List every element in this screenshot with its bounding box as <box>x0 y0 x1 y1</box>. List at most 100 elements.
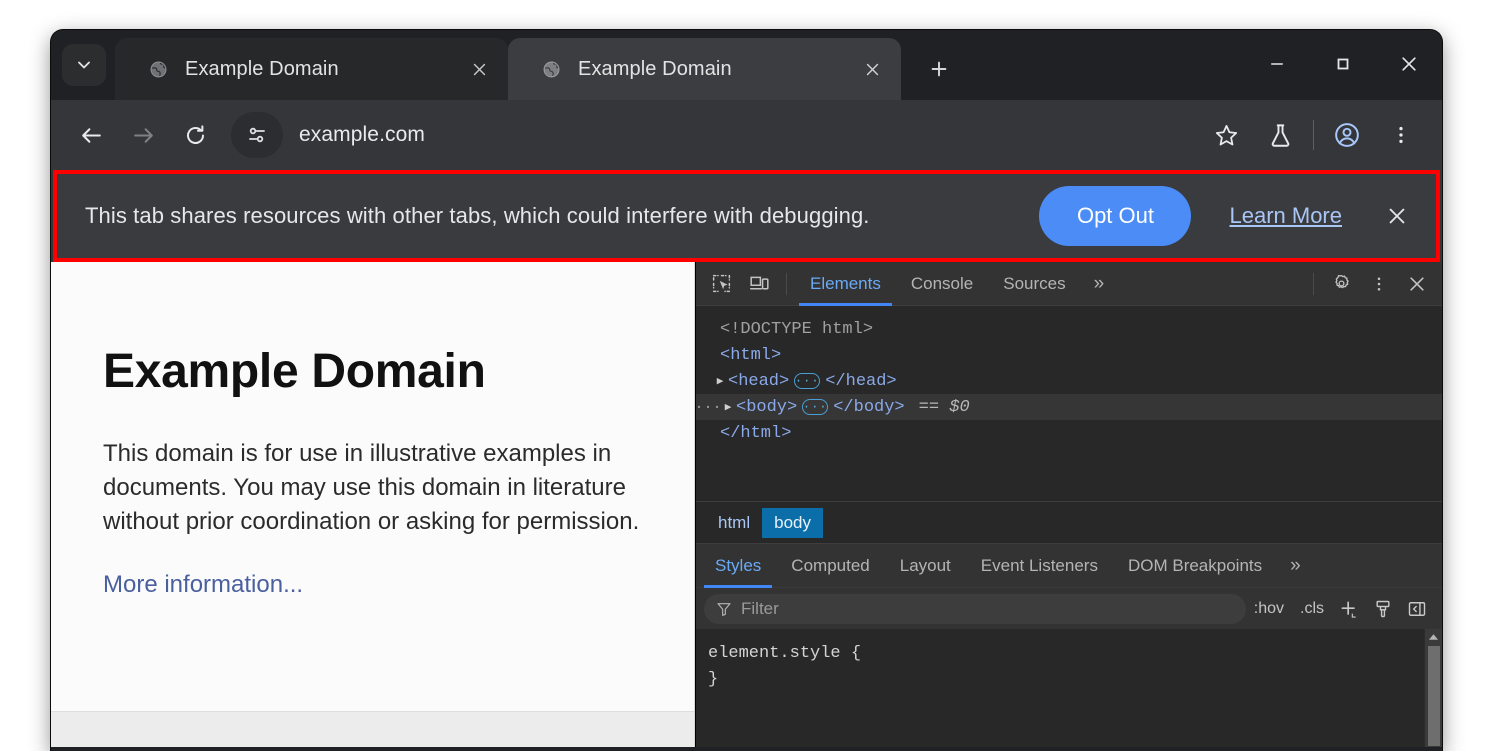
minimize-button[interactable] <box>1244 30 1310 98</box>
plus-icon <box>1339 599 1359 619</box>
dom-line-body[interactable]: ··· ▶ <body> ··· </body> == $0 <box>696 394 1442 420</box>
bookmark-button[interactable] <box>1199 108 1253 162</box>
styles-sidebar-tabs: Styles Computed Layout Event Listeners D… <box>696 543 1442 587</box>
globe-icon <box>149 60 168 79</box>
inspect-element-icon <box>711 273 732 294</box>
tab-close-button[interactable] <box>859 56 885 82</box>
toolbar-divider <box>1313 120 1314 150</box>
back-arrow-icon <box>79 123 104 148</box>
dom-collapsed-children-badge[interactable]: ··· <box>794 373 820 389</box>
sidebar-tab-styles[interactable]: Styles <box>700 544 776 588</box>
toggle-computed-sidebar-button[interactable] <box>1400 592 1434 626</box>
infobar-close-button[interactable] <box>1372 191 1422 241</box>
scroll-up-arrow-icon[interactable] <box>1428 629 1439 645</box>
close-icon <box>1386 205 1408 227</box>
sidebar-tab-computed[interactable]: Computed <box>776 544 884 588</box>
styles-rule-selector[interactable]: element.style { <box>708 641 1424 667</box>
dom-line-head[interactable]: ▶ <head> ··· </head> <box>696 368 1442 394</box>
devtools-tab-console[interactable]: Console <box>896 262 988 306</box>
devtools-menu-button[interactable] <box>1360 267 1398 301</box>
devtools-settings-button[interactable] <box>1322 267 1360 301</box>
devtools-toolbar-divider <box>786 273 787 295</box>
page-content: Example Domain This domain is for use in… <box>51 262 694 599</box>
devtools-close-button[interactable] <box>1398 267 1436 301</box>
devtools-tab-label: Sources <box>1003 274 1065 294</box>
three-dot-menu-icon <box>1390 124 1412 146</box>
expand-arrow-icon[interactable]: ▶ <box>712 374 728 388</box>
tabs-row: Example Domain Example Domain <box>115 38 967 100</box>
reload-icon <box>183 123 208 148</box>
page-viewport: Example Domain This domain is for use in… <box>51 262 695 747</box>
element-classes-button[interactable] <box>1366 592 1400 626</box>
inspect-element-button[interactable] <box>702 267 740 301</box>
devtools-tab-sources[interactable]: Sources <box>988 262 1080 306</box>
infobar-region: This tab shares resources with other tab… <box>51 170 1442 262</box>
back-button[interactable] <box>65 109 117 161</box>
tab-0[interactable]: Example Domain <box>115 38 508 100</box>
forward-button[interactable] <box>117 109 169 161</box>
opt-out-button[interactable]: Opt Out <box>1039 186 1191 246</box>
reload-button[interactable] <box>169 109 221 161</box>
learn-more-link[interactable]: Learn More <box>1229 203 1342 229</box>
tab-1[interactable]: Example Domain <box>508 38 901 100</box>
cls-toggle-button[interactable]: .cls <box>1292 592 1332 626</box>
expand-arrow-icon[interactable]: ▶ <box>720 400 736 414</box>
hov-toggle-button[interactable]: :hov <box>1246 592 1292 626</box>
new-tab-button[interactable] <box>911 41 967 97</box>
styles-rule-block[interactable]: element.style { } <box>696 629 1424 747</box>
styles-filter-input[interactable]: Filter <box>704 594 1246 624</box>
tune-icon <box>245 123 269 147</box>
sidebar-tab-label: Computed <box>791 556 869 576</box>
dom-head-open-text: <head> <box>728 372 789 391</box>
star-icon <box>1213 122 1240 149</box>
url-text: example.com <box>299 123 425 147</box>
dom-line-html-close[interactable]: </html> <box>696 420 1442 446</box>
tab-search-button[interactable] <box>62 44 106 86</box>
browser-menu-button[interactable] <box>1374 108 1428 162</box>
sidebar-tab-label: Layout <box>900 556 951 576</box>
dom-line-doctype[interactable]: <!DOCTYPE html> <box>696 316 1442 342</box>
devtools-tabs-overflow-button[interactable]: » <box>1081 262 1118 306</box>
profile-button[interactable] <box>1320 108 1374 162</box>
dom-line-html-open[interactable]: <html> <box>696 342 1442 368</box>
device-toolbar-icon <box>749 273 770 294</box>
close-icon <box>1407 274 1427 294</box>
sidebar-tab-label: Event Listeners <box>981 556 1098 576</box>
browser-window: Example Domain Example Domain <box>51 30 1442 751</box>
flask-icon <box>1267 122 1294 149</box>
sidebar-tab-event-listeners[interactable]: Event Listeners <box>966 544 1113 588</box>
sidebar-tabs-overflow-button[interactable]: » <box>1277 544 1314 588</box>
sidebar-tab-label: Styles <box>715 556 761 576</box>
tab-close-button[interactable] <box>466 56 492 82</box>
breadcrumb-item-body[interactable]: body <box>762 508 823 538</box>
device-toolbar-button[interactable] <box>740 267 778 301</box>
sidebar-tab-dom-breakpoints[interactable]: DOM Breakpoints <box>1113 544 1277 588</box>
styles-scrollbar[interactable] <box>1424 629 1442 747</box>
profile-avatar-icon <box>1333 121 1361 149</box>
devtools-tab-label: Elements <box>810 274 881 294</box>
site-settings-button[interactable] <box>231 112 283 158</box>
close-window-button[interactable] <box>1376 30 1442 98</box>
new-style-rule-button[interactable] <box>1332 592 1366 626</box>
breadcrumb-item-html[interactable]: html <box>706 508 762 538</box>
dom-body-console-ref: == $0 <box>919 398 970 417</box>
dom-tree[interactable]: <!DOCTYPE html> <html> ▶ <head> ··· </he… <box>696 306 1442 501</box>
three-dot-menu-icon <box>1370 275 1388 293</box>
dom-html-open-text: <html> <box>720 346 781 365</box>
page-bottom-strip <box>51 711 694 747</box>
plus-icon <box>928 58 950 80</box>
scrollbar-thumb[interactable] <box>1428 646 1440 746</box>
devtools-toolbar-divider-2 <box>1313 273 1314 295</box>
dom-breadcrumb: html body <box>696 501 1442 543</box>
styles-rule-closing: } <box>708 667 1424 693</box>
maximize-button[interactable] <box>1310 30 1376 98</box>
sidebar-tab-layout[interactable]: Layout <box>885 544 966 588</box>
toolbar-actions <box>1199 108 1428 162</box>
styles-filter-bar: Filter :hov .cls <box>696 587 1442 629</box>
gear-icon <box>1331 273 1352 294</box>
dom-collapsed-children-badge[interactable]: ··· <box>802 399 828 415</box>
experiment-button[interactable] <box>1253 108 1307 162</box>
more-information-link[interactable]: More information... <box>103 571 303 598</box>
omnibox[interactable]: example.com <box>231 110 1199 160</box>
devtools-tab-elements[interactable]: Elements <box>795 262 896 306</box>
